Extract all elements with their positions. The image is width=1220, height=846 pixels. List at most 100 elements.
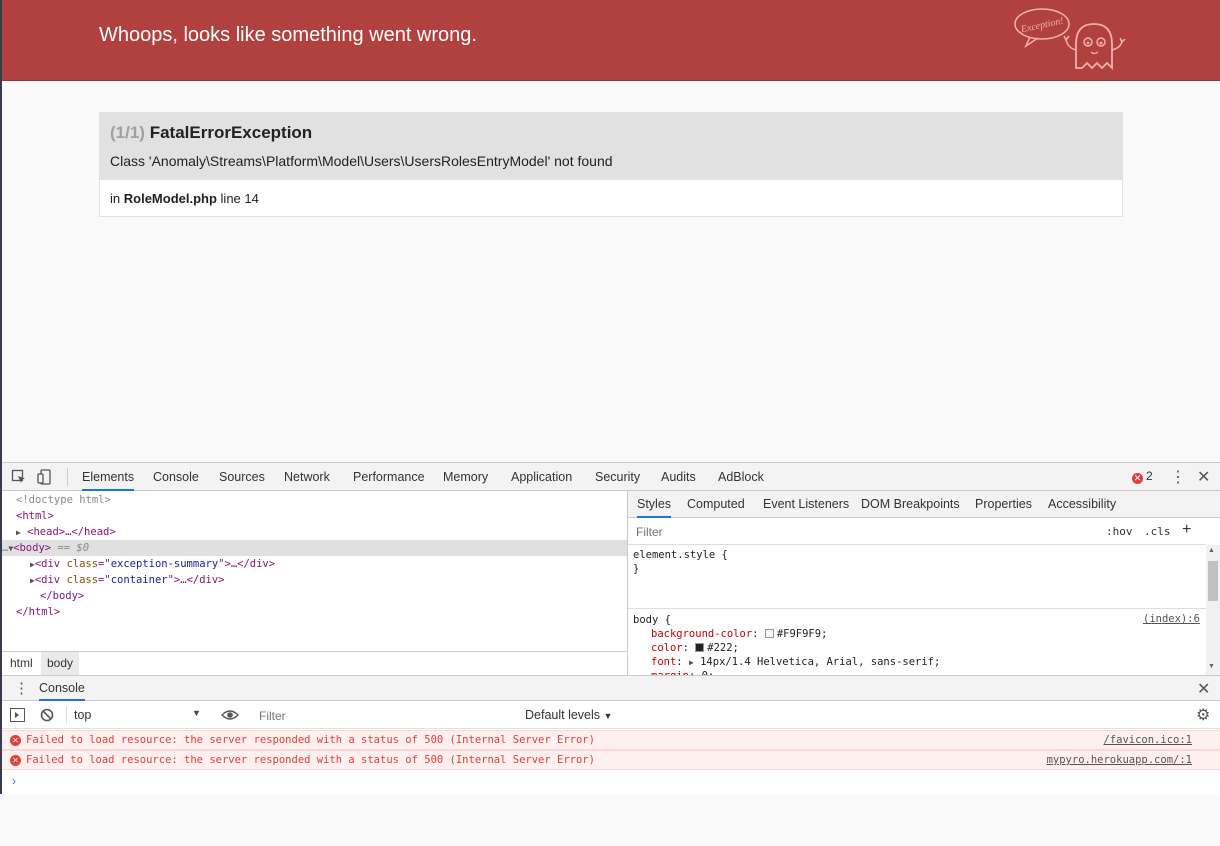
body-rule-selector[interactable]: body { (633, 613, 671, 627)
tab-styles[interactable]: Styles (637, 491, 672, 518)
console-prompt[interactable]: › (12, 774, 16, 788)
tab-accessibility[interactable]: Accessibility (1048, 491, 1116, 518)
tab-sources[interactable]: Sources (219, 463, 265, 491)
log-levels-label: Default levels (525, 708, 601, 722)
devtools-tabbar: Elements Console Sources Network Perform… (2, 463, 1220, 491)
breadcrumb-html[interactable]: html (4, 652, 39, 675)
console-error-row[interactable]: ✕ Failed to load resource: the server re… (2, 730, 1220, 750)
tree-doctype[interactable]: <!doctype html> (16, 492, 627, 508)
tab-application[interactable]: Application (511, 463, 572, 491)
sidebar-toggle-icon[interactable] (10, 708, 25, 722)
style-value: 14px/1.4 Helvetica, Arial, sans-serif; (700, 656, 941, 668)
context-select[interactable]: top (74, 708, 206, 722)
tab-audits[interactable]: Audits (661, 463, 696, 491)
tab-memory[interactable]: Memory (443, 463, 488, 491)
live-expression-eye-icon[interactable] (221, 709, 239, 721)
scroll-down-icon[interactable]: ▼ (1208, 663, 1215, 670)
log-levels-dropdown[interactable]: Default levels ▼ (525, 708, 612, 722)
ghost-mascot-icon: Exception! (1014, 8, 1126, 71)
toolbar-separator (67, 468, 68, 486)
breadcrumb: html body (2, 651, 627, 675)
breadcrumb-body[interactable]: body (41, 652, 80, 675)
console-error-source[interactable]: /favicon.ico:1 (1103, 731, 1192, 750)
style-rule-row[interactable]: font: ▶ 14px/1.4 Helvetica, Arial, sans-… (651, 655, 940, 669)
color-swatch-icon[interactable] (695, 643, 705, 652)
expand-caret-icon[interactable]: ▶ (689, 658, 694, 667)
exception-title: (1/1) FatalErrorException (110, 123, 1112, 143)
styles-scrollbar[interactable]: ▲ ▼ (1206, 545, 1220, 675)
console-error-message: Failed to load resource: the server resp… (26, 754, 595, 766)
more-options-icon[interactable]: ⋮ (1170, 467, 1186, 487)
style-prop: background-color (651, 628, 753, 640)
page-title: Whoops, looks like something went wrong. (99, 24, 477, 46)
tree-body-close[interactable]: </body> (40, 588, 627, 604)
exception-location: in RoleModel.php line 14 (100, 180, 1122, 217)
exception-header: (1/1) FatalErrorException Class 'Anomaly… (100, 113, 1122, 180)
class-toggle[interactable]: .cls (1144, 525, 1171, 538)
drawer-menu-icon[interactable]: ⋮ (14, 679, 29, 697)
exception-message: Class 'Anomaly\Streams\Platform\Model\Us… (110, 153, 613, 169)
error-count-badge[interactable]: ✕ 2 (1132, 469, 1153, 484)
new-style-rule-icon[interactable]: + (1182, 521, 1191, 539)
hover-state-toggle[interactable]: :hov (1106, 525, 1133, 538)
color-swatch-icon[interactable] (764, 629, 774, 638)
style-rule-row[interactable]: color: #222; (651, 641, 739, 655)
tab-dom-breakpoints[interactable]: DOM Breakpoints (861, 491, 960, 518)
tab-computed[interactable]: Computed (687, 491, 745, 518)
tree-html-open[interactable]: <html> (16, 508, 627, 524)
error-count: 2 (1146, 469, 1153, 483)
styles-filter-input[interactable] (632, 522, 1096, 542)
tab-properties[interactable]: Properties (975, 491, 1032, 518)
styles-tabbar: Styles Computed Event Listeners DOM Brea… (628, 491, 1220, 518)
dropdown-arrow-icon: ▼ (603, 711, 613, 721)
toolbar-separator (66, 706, 67, 724)
rule-source-link[interactable]: (index):6 (1143, 613, 1200, 625)
close-drawer-icon[interactable]: ✕ (1197, 679, 1210, 699)
tree-body-selected[interactable]: …▼<body> == $0 (2, 540, 627, 556)
tab-security[interactable]: Security (595, 463, 640, 491)
console-filter-input[interactable] (257, 706, 517, 725)
tab-adblock[interactable]: AdBlock (718, 463, 764, 491)
console-error-row[interactable]: ✕ Failed to load resource: the server re… (2, 750, 1220, 770)
scroll-up-icon[interactable]: ▲ (1208, 547, 1215, 554)
expand-caret-icon[interactable]: ▶ (16, 528, 21, 537)
filter-divider (628, 544, 1206, 545)
tab-elements[interactable]: Elements (82, 463, 135, 491)
style-prop: color (651, 642, 683, 654)
style-rule-row[interactable]: background-color: #F9F9F9; (651, 627, 827, 641)
exception-panel: (1/1) FatalErrorException Class 'Anomaly… (99, 112, 1123, 217)
rule-divider (628, 608, 1206, 609)
tree-div-summary[interactable]: ▶<div class="exception-summary">…</div> (30, 556, 627, 572)
element-style-selector[interactable]: element.style { (633, 548, 728, 562)
selected-marker: == $0 (57, 542, 90, 554)
tree-head[interactable]: ▶ <head>…</head> (16, 524, 627, 540)
console-error-source[interactable]: mypyro.herokuapp.com/:1 (1047, 751, 1192, 770)
inspect-element-icon[interactable] (11, 469, 27, 485)
elements-tree: <!doctype html> <html> ▶ <head>…</head> … (2, 491, 627, 651)
tab-console[interactable]: Console (153, 463, 199, 491)
div-class-value: exception-summary (110, 558, 219, 570)
device-toolbar-icon[interactable] (37, 469, 53, 485)
drawer-tab-console[interactable]: Console (39, 676, 85, 701)
tab-network[interactable]: Network (284, 463, 330, 491)
scrollbar-thumb[interactable] (1208, 561, 1218, 601)
clear-console-icon[interactable] (40, 708, 54, 722)
error-header: Whoops, looks like something went wrong.… (2, 0, 1220, 81)
style-prop: font (651, 656, 677, 668)
tree-body-tag: <body> (13, 542, 52, 554)
tab-performance[interactable]: Performance (353, 463, 425, 491)
tab-event-listeners[interactable]: Event Listeners (763, 491, 849, 518)
exception-line: line 14 (220, 191, 259, 206)
console-toolbar: top ▼ Default levels ▼ ⚙ (2, 701, 1220, 729)
console-error-message: Failed to load resource: the server resp… (26, 734, 595, 746)
error-icon: ✕ (1132, 473, 1143, 484)
tree-html-close[interactable]: </html> (16, 604, 627, 620)
tree-div-container[interactable]: ▶<div class="container">…</div> (30, 572, 627, 588)
tree-head-tag: <head>…</head> (27, 526, 116, 538)
close-devtools-icon[interactable]: ✕ (1197, 467, 1210, 487)
console-settings-gear-icon[interactable]: ⚙ (1196, 705, 1210, 725)
devtools-panel: Elements Console Sources Network Perform… (2, 462, 1220, 794)
dropdown-arrow-icon[interactable]: ▼ (192, 708, 201, 718)
exception-type: FatalErrorException (149, 123, 313, 142)
error-icon: ✕ (10, 755, 21, 766)
